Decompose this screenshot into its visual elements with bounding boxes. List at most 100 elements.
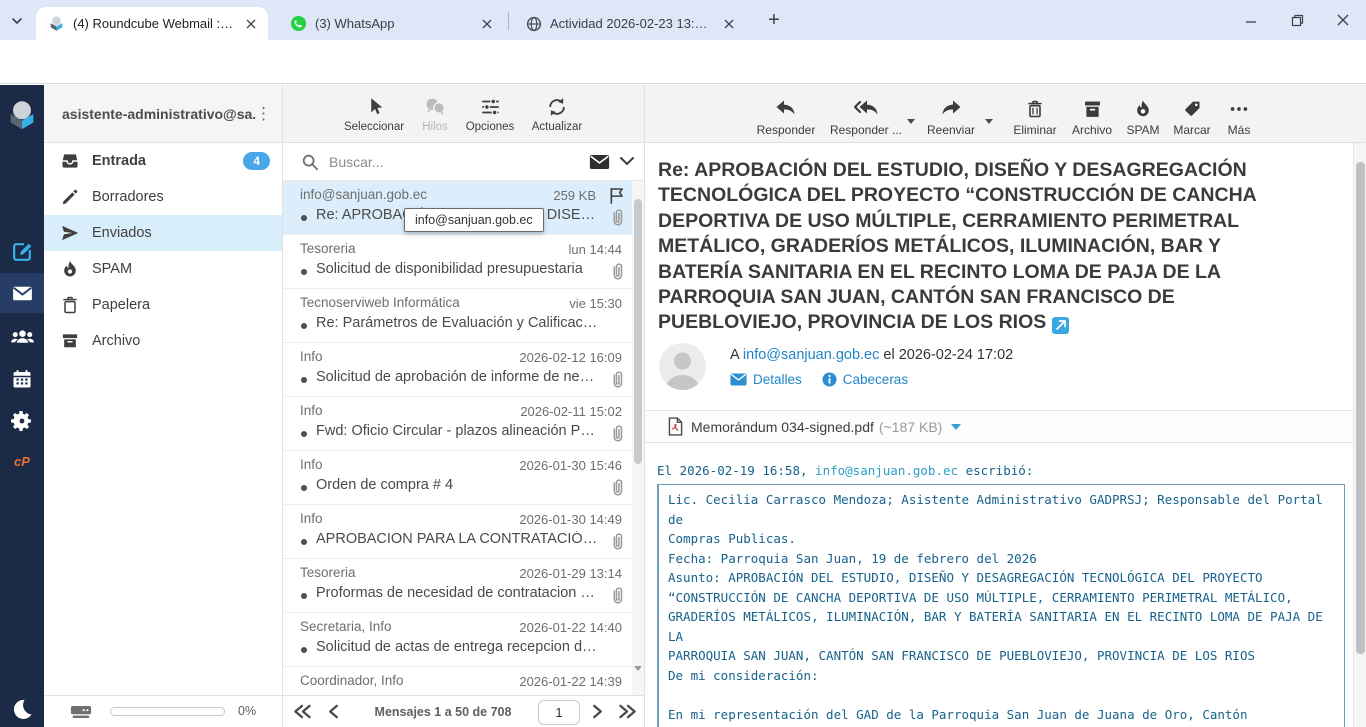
message-date: el 2026-02-24 17:02: [883, 347, 1013, 363]
tab-close-icon[interactable]: [242, 15, 260, 33]
close-button[interactable]: [1320, 0, 1366, 40]
message-status-dot[interactable]: [301, 593, 307, 599]
message-status-dot[interactable]: [301, 539, 307, 545]
whatsapp-icon: [290, 15, 307, 32]
message-row[interactable]: Tesoreria 2026-01-29 13:14 Proformas de …: [283, 559, 632, 613]
compose-icon[interactable]: [0, 231, 44, 271]
message-row[interactable]: Info 2026-02-11 15:02 Fwd: Oficio Circul…: [283, 397, 632, 451]
reply-button[interactable]: Responder: [747, 96, 825, 137]
archive-button[interactable]: Archivo: [1061, 96, 1123, 137]
search-options-chevron-icon[interactable]: [620, 157, 634, 166]
message-row[interactable]: Info 2026-01-30 15:46 Orden de compra # …: [283, 451, 632, 505]
message-sender: Info: [300, 403, 323, 418]
restore-button[interactable]: [1274, 0, 1320, 40]
settings-gear-icon[interactable]: [0, 401, 44, 441]
paperclip-icon: [608, 424, 626, 444]
attachment-size: (~187 KB): [879, 419, 942, 435]
message-subject: Solicitud de actas de entrega recepcion …: [316, 639, 599, 655]
mail-icon[interactable]: [0, 273, 44, 313]
page-number-input[interactable]: 1: [538, 700, 580, 725]
message-status-dot[interactable]: [301, 215, 307, 221]
list-scrollbar[interactable]: [632, 181, 644, 695]
recipient-address-link[interactable]: info@sanjuan.gob.ec: [743, 347, 879, 363]
refresh-icon: [514, 94, 600, 118]
forward-button[interactable]: Reenviar: [913, 96, 989, 137]
attachment-row[interactable]: Memorándum 034-signed.pdf (~187 KB): [645, 410, 1353, 443]
tab-search-icon[interactable]: [10, 14, 24, 28]
prev-page-icon[interactable]: [327, 703, 340, 720]
tab-close-icon[interactable]: [720, 15, 738, 33]
message-status-dot[interactable]: [301, 323, 307, 329]
paperclip-icon: [608, 586, 626, 606]
list-scroll-thumb[interactable]: [634, 199, 642, 464]
message-subject: Fwd: Oficio Circular - plazos alineación…: [316, 423, 599, 439]
message-date: 2026-01-30 14:49: [519, 512, 622, 527]
mark-button[interactable]: Marcar: [1163, 96, 1221, 137]
folder-label: Entrada: [92, 153, 146, 169]
spam-button[interactable]: SPAM: [1117, 96, 1169, 137]
sender-avatar: [659, 343, 706, 390]
cpanel-icon[interactable]: cP: [0, 441, 44, 481]
tab-roundcube[interactable]: (4) Roundcube Webmail :: Envia: [36, 7, 268, 40]
first-page-icon[interactable]: [291, 703, 313, 720]
roundcube-logo: [0, 93, 44, 137]
folder-spam[interactable]: SPAM: [44, 251, 282, 287]
message-row[interactable]: Coordinador, Info 2026-01-22 14:39: [283, 667, 632, 695]
message-row[interactable]: Info 2026-01-30 14:49 APROBACION PARA LA…: [283, 505, 632, 559]
message-row[interactable]: Info 2026-02-12 16:09 Solicitud de aprob…: [283, 343, 632, 397]
refresh-button[interactable]: Actualizar: [514, 94, 600, 133]
delete-button[interactable]: Eliminar: [1001, 96, 1069, 137]
message-sender: info@sanjuan.gob.ec: [300, 187, 427, 202]
tab-whatsapp[interactable]: (3) WhatsApp: [278, 7, 504, 40]
message-date: 2026-01-22 14:40: [519, 620, 622, 635]
tab-actividad[interactable]: Actividad 2026-02-23 13:00:00: [514, 7, 746, 40]
message-row[interactable]: Tesoreria lun 14:44 Solicitud de disponi…: [283, 235, 632, 289]
scroll-down-icon[interactable]: [634, 666, 642, 688]
tab-close-icon[interactable]: [478, 15, 496, 33]
message-status-dot[interactable]: [301, 431, 307, 437]
trash-icon: [1001, 96, 1069, 120]
account-menu-icon[interactable]: ⋮: [255, 105, 272, 122]
search-input[interactable]: [329, 154, 589, 170]
message-row[interactable]: Secretaria, Info 2026-01-22 14:40 Solici…: [283, 613, 632, 667]
quoted-sender-link[interactable]: info@sanjuan.gob.ec: [815, 463, 958, 478]
dark-mode-moon-icon[interactable]: [0, 689, 44, 727]
flag-icon[interactable]: [607, 186, 626, 205]
more-button[interactable]: Más: [1215, 96, 1263, 137]
message-status-dot[interactable]: [301, 377, 307, 383]
headers-link[interactable]: Cabeceras: [843, 372, 908, 387]
open-in-new-window-icon[interactable]: [1052, 317, 1069, 334]
attachment-menu-icon[interactable]: [951, 424, 961, 430]
last-page-icon[interactable]: [617, 703, 639, 720]
reply-all-button[interactable]: Responder ...: [823, 96, 909, 137]
folder-enviados[interactable]: Enviados: [44, 215, 282, 251]
message-sender: Coordinador, Info: [300, 673, 404, 688]
forward-dropdown-icon[interactable]: [985, 119, 993, 124]
message-status-dot[interactable]: [301, 485, 307, 491]
message-row[interactable]: Tecnoserviweb Informática vie 15:30 Re: …: [283, 289, 632, 343]
next-page-icon[interactable]: [591, 703, 604, 720]
mail-scroll-thumb[interactable]: [1356, 162, 1365, 654]
message-sender: Tesoreria: [300, 241, 356, 256]
contacts-icon[interactable]: [0, 317, 44, 357]
calendar-icon[interactable]: [0, 359, 44, 399]
message-sender: Info: [300, 349, 323, 364]
attachment-name[interactable]: Memorándum 034-signed.pdf: [691, 419, 874, 435]
forward-icon: [913, 96, 989, 120]
details-link[interactable]: Detalles: [753, 372, 802, 387]
folder-entrada[interactable]: Entrada 4: [44, 143, 282, 179]
mail-scrollbar[interactable]: [1353, 143, 1366, 727]
folder-papelera[interactable]: Papelera: [44, 287, 282, 323]
paperclip-icon: [608, 208, 626, 228]
folder-borradores[interactable]: Borradores: [44, 179, 282, 215]
message-sender: Tesoreria: [300, 565, 356, 580]
minimize-button[interactable]: [1228, 0, 1274, 40]
message-date: 2026-01-30 15:46: [519, 458, 622, 473]
message-status-dot[interactable]: [301, 647, 307, 653]
quota-bar: 0%: [44, 695, 282, 727]
folder-archivo[interactable]: Archivo: [44, 323, 282, 359]
new-tab-button[interactable]: +: [762, 9, 786, 33]
message-subject: Solicitud de disponibilidad presupuestar…: [316, 261, 599, 277]
message-status-dot[interactable]: [301, 269, 307, 275]
search-scope-mail-icon[interactable]: [589, 154, 610, 170]
